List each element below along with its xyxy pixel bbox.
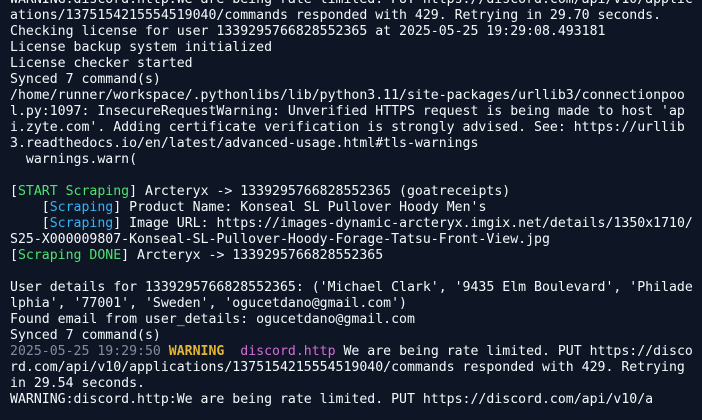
log-segment: Scraping	[49, 200, 114, 215]
log-segment: discord.http	[240, 344, 336, 359]
log-segment: ] Arcteryx -> 1339295766828552365	[121, 248, 384, 263]
terminal-line: [Scraping DONE] Arcteryx -> 133929576682…	[10, 248, 694, 264]
log-segment: Checking license for user 13392957668285…	[10, 24, 606, 39]
terminal-line: Synced 7 command(s)	[10, 328, 694, 344]
log-segment: License checker started	[10, 56, 193, 71]
log-segment: License backup system initialized	[10, 40, 273, 55]
log-segment: START Scraping	[17, 184, 130, 199]
terminal-line: WARNING:discord.http:We are being rate l…	[10, 392, 694, 408]
log-segment: warnings.warn(	[10, 152, 138, 167]
terminal-line: License backup system initialized	[10, 40, 694, 56]
terminal-output[interactable]: WARNING:discord.http:We are being rate l…	[10, 0, 694, 408]
log-segment: [	[10, 184, 18, 199]
terminal-line: User details for 1339295766828552365: ('…	[10, 280, 694, 312]
log-segment: /home/runner/workspace/.pythonlibs/lib/p…	[10, 88, 685, 151]
log-segment: Scraping DONE	[17, 248, 122, 263]
log-segment: WARNING	[168, 344, 225, 359]
log-segment: [	[10, 248, 18, 263]
log-segment: Found email from user_details: ogucetdan…	[10, 312, 415, 327]
terminal-line: warnings.warn(	[10, 152, 694, 168]
log-segment: 2025-05-25 19:29:50	[10, 344, 169, 359]
terminal-line: Synced 7 command(s)	[10, 72, 694, 88]
log-segment: ] Arcteryx -> 1339295766828552365 (goatr…	[129, 184, 511, 199]
log-segment: ] Product Name: Konseal SL Pullover Hood…	[113, 200, 487, 215]
log-segment: WARNING:discord.http:We are being rate l…	[10, 0, 693, 23]
log-segment: [	[10, 216, 50, 231]
terminal-line: License checker started	[10, 56, 694, 72]
log-segment	[224, 344, 240, 359]
terminal-line: Found email from user_details: ogucetdan…	[10, 312, 694, 328]
terminal-line: WARNING:discord.http:We are being rate l…	[10, 0, 694, 24]
log-segment: Synced 7 command(s)	[10, 328, 161, 343]
terminal-line: Checking license for user 13392957668285…	[10, 24, 694, 40]
log-segment: Scraping	[49, 216, 114, 231]
terminal-line: [START Scraping] Arcteryx -> 13392957668…	[10, 184, 694, 200]
log-segment: ] Image URL: https://images-dynamic-arct…	[10, 216, 693, 247]
log-segment: [	[10, 200, 50, 215]
terminal-line: 2025-05-25 19:29:50 WARNING discord.http…	[10, 344, 694, 392]
terminal-line: [Scraping] Product Name: Konseal SL Pull…	[10, 200, 694, 216]
log-segment: User details for 1339295766828552365: ('…	[10, 280, 693, 311]
terminal-line: /home/runner/workspace/.pythonlibs/lib/p…	[10, 88, 694, 152]
terminal-line: [Scraping] Image URL: https://images-dyn…	[10, 216, 694, 248]
log-segment: Synced 7 command(s)	[10, 72, 161, 87]
log-segment: WARNING:discord.http:We are being rate l…	[10, 392, 654, 407]
